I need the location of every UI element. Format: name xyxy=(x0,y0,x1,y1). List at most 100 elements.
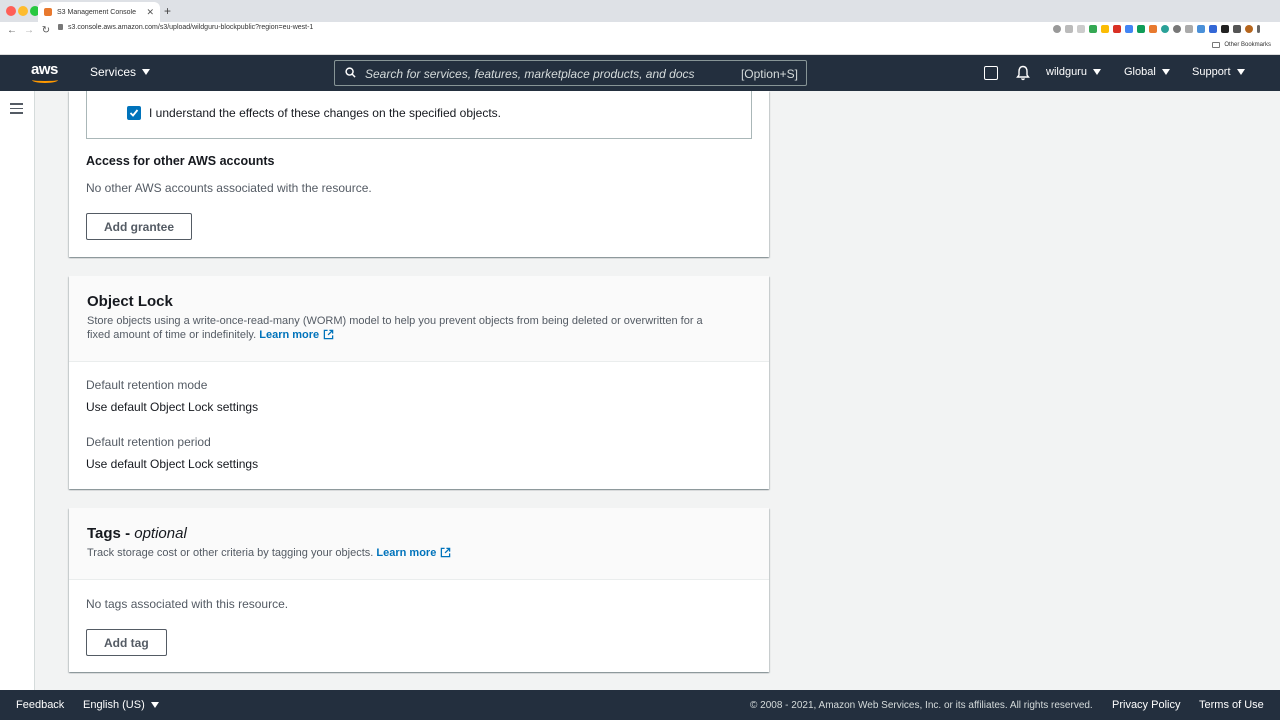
aws-logo-text: aws xyxy=(31,61,58,78)
language-selector[interactable]: English (US) xyxy=(83,699,159,711)
caret-down-icon xyxy=(1161,69,1170,75)
check-icon[interactable] xyxy=(1137,25,1145,33)
aws-smile-icon xyxy=(32,77,58,83)
extension-icon[interactable] xyxy=(1173,25,1181,33)
extension-icons xyxy=(1053,25,1260,33)
caret-down-icon xyxy=(1092,69,1101,75)
retention-mode-label: Default retention mode xyxy=(86,378,208,392)
aws-top-nav: aws Services [Option+S] wildguru Global … xyxy=(0,55,1280,91)
other-accounts-empty-text: No other AWS accounts associated with th… xyxy=(86,181,372,195)
acknowledge-checkbox[interactable] xyxy=(127,106,141,120)
back-icon[interactable]: ← xyxy=(7,25,17,36)
privacy-policy-link[interactable]: Privacy Policy xyxy=(1112,699,1180,711)
minimize-window-button[interactable] xyxy=(18,6,28,16)
copyright-text: © 2008 - 2021, Amazon Web Services, Inc.… xyxy=(750,700,1093,711)
tags-description-text: Track storage cost or other criteria by … xyxy=(87,547,374,559)
caret-down-icon xyxy=(142,69,151,75)
browser-tab-bar: S3 Management Console ✕ + xyxy=(0,0,1280,22)
account-label: wildguru xyxy=(1046,66,1087,78)
tags-title-text: Tags - xyxy=(87,525,135,542)
terms-of-use-link[interactable]: Terms of Use xyxy=(1199,699,1264,711)
account-menu-button[interactable]: wildguru xyxy=(1046,66,1101,78)
external-link-icon xyxy=(323,329,334,340)
other-bookmarks-label: Other Bookmarks xyxy=(1224,42,1271,48)
region-label: Global xyxy=(1124,66,1156,78)
other-accounts-heading: Access for other AWS accounts xyxy=(86,154,275,168)
s3-favicon-icon xyxy=(44,8,52,16)
address-bar: ← → ↻ s3.console.aws.amazon.com/s3/uploa… xyxy=(0,22,1280,38)
new-tab-icon[interactable]: + xyxy=(164,4,171,18)
tab-title: S3 Management Console xyxy=(57,8,136,16)
retention-mode-value: Use default Object Lock settings xyxy=(86,400,259,414)
services-menu-button[interactable]: Services xyxy=(90,65,151,79)
extension-icon[interactable] xyxy=(1209,25,1217,33)
object-lock-learn-more-link[interactable]: Learn more xyxy=(259,329,334,341)
support-label: Support xyxy=(1192,66,1231,78)
close-window-button[interactable] xyxy=(6,6,16,16)
extension-icon[interactable] xyxy=(1125,25,1133,33)
other-bookmarks[interactable]: Other Bookmarks xyxy=(1212,42,1271,48)
learn-more-label: Learn more xyxy=(376,547,437,559)
folder-icon xyxy=(1212,42,1221,48)
tags-title-optional: optional xyxy=(134,525,187,542)
search-icon xyxy=(345,67,356,78)
services-label: Services xyxy=(90,65,137,79)
hamburger-menu-icon[interactable] xyxy=(10,103,23,114)
search-input[interactable] xyxy=(365,65,725,82)
extension-icon[interactable] xyxy=(1197,25,1205,33)
caret-down-icon xyxy=(1236,69,1245,75)
language-label: English (US) xyxy=(83,699,145,711)
lock-icon xyxy=(58,24,63,30)
checkmark-icon xyxy=(129,109,139,117)
aws-logo[interactable]: aws xyxy=(31,61,61,85)
object-lock-panel: Object Lock Store objects using a write-… xyxy=(69,276,769,489)
retention-period-value: Use default Object Lock settings xyxy=(86,457,259,471)
bookmarks-bar: Other Bookmarks xyxy=(0,38,1280,55)
star-icon[interactable] xyxy=(1065,25,1073,33)
extension-icon[interactable] xyxy=(1161,25,1169,33)
caret-down-icon xyxy=(150,702,159,708)
extension-icon[interactable] xyxy=(1101,25,1109,33)
learn-more-label: Learn more xyxy=(259,329,320,341)
region-menu-button[interactable]: Global xyxy=(1124,66,1170,78)
object-lock-description: Store objects using a write-once-read-ma… xyxy=(87,314,727,342)
tags-header: Tags - optional Track storage cost or ot… xyxy=(69,508,769,580)
console-footer: Feedback English (US) © 2008 - 2021, Ama… xyxy=(0,690,1280,720)
tags-empty-text: No tags associated with this resource. xyxy=(86,597,289,611)
support-menu-button[interactable]: Support xyxy=(1192,66,1245,78)
forward-icon[interactable]: → xyxy=(24,25,34,36)
tab-close-icon[interactable]: ✕ xyxy=(146,7,154,18)
reload-icon[interactable]: ↻ xyxy=(41,25,51,36)
profile-avatar[interactable] xyxy=(1245,25,1253,33)
access-control-panel: I understand the effects of these change… xyxy=(69,91,769,257)
tags-description: Track storage cost or other criteria by … xyxy=(87,546,751,560)
extension-icon[interactable] xyxy=(1221,25,1229,33)
object-lock-description-text: Store objects using a write-once-read-ma… xyxy=(87,315,703,341)
tags-learn-more-link[interactable]: Learn more xyxy=(376,547,451,559)
extension-icon[interactable] xyxy=(1089,25,1097,33)
search-shortcut-hint: [Option+S] xyxy=(740,67,798,81)
extension-icon[interactable] xyxy=(1149,25,1157,33)
zoom-icon[interactable] xyxy=(1053,25,1061,33)
browser-tab[interactable]: S3 Management Console ✕ xyxy=(38,2,160,22)
tags-title: Tags - optional xyxy=(87,525,751,542)
feedback-link[interactable]: Feedback xyxy=(16,699,64,711)
search-box[interactable]: [Option+S] xyxy=(334,60,807,86)
add-grantee-button[interactable]: Add grantee xyxy=(86,213,193,240)
cloudshell-icon[interactable] xyxy=(984,66,998,80)
url-field[interactable]: s3.console.aws.amazon.com/s3/upload/wild… xyxy=(58,24,313,31)
extension-icon[interactable] xyxy=(1077,25,1085,33)
external-link-icon xyxy=(441,547,451,558)
bell-icon[interactable] xyxy=(1016,65,1030,81)
url-text: s3.console.aws.amazon.com/s3/upload/wild… xyxy=(68,24,314,31)
side-navigation-rail xyxy=(0,91,35,690)
extension-icon[interactable] xyxy=(1185,25,1193,33)
puzzle-icon[interactable] xyxy=(1233,25,1241,33)
gmail-icon[interactable] xyxy=(1113,25,1121,33)
acknowledgement-box: I understand the effects of these change… xyxy=(86,91,752,139)
object-lock-header: Object Lock Store objects using a write-… xyxy=(69,276,769,362)
retention-period-label: Default retention period xyxy=(86,435,211,449)
menu-dots-icon[interactable] xyxy=(1257,25,1260,33)
object-lock-title: Object Lock xyxy=(87,293,173,310)
add-tag-button[interactable]: Add tag xyxy=(86,629,167,656)
